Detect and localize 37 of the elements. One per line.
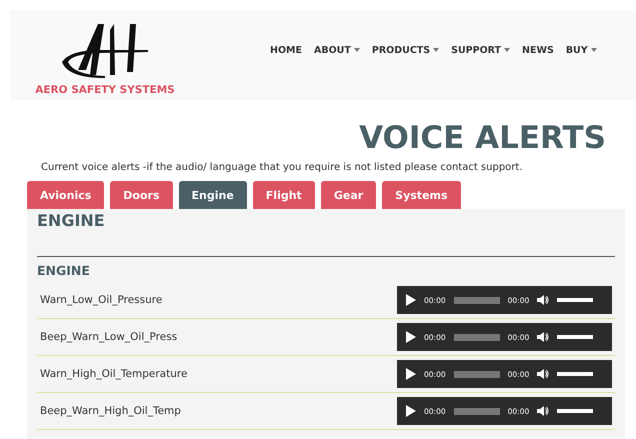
volume-slider[interactable] — [557, 298, 594, 302]
category-tab[interactable]: Engine — [178, 181, 247, 209]
category-tab[interactable]: Gear — [320, 181, 376, 209]
play-icon[interactable] — [406, 405, 416, 417]
nav-link[interactable]: BUY — [566, 44, 597, 56]
category-tab[interactable]: Flight — [252, 181, 315, 209]
play-icon[interactable] — [406, 331, 416, 343]
nav-link[interactable]: PRODUCTS — [372, 44, 440, 56]
speaker-icon[interactable] — [537, 368, 550, 380]
volume-slider[interactable] — [557, 335, 594, 339]
progress-bar[interactable] — [454, 370, 500, 378]
page-title: VOICE ALERTS — [358, 120, 607, 156]
category-tab[interactable]: Systems — [382, 181, 461, 209]
volume-slider[interactable] — [557, 409, 594, 413]
progress-bar[interactable] — [454, 334, 500, 340]
section-heading: ENGINE — [37, 263, 91, 278]
nav-link[interactable]: NEWS — [522, 44, 554, 56]
speaker-icon[interactable] — [537, 405, 550, 417]
volume-slider[interactable] — [557, 372, 594, 376]
progress-bar[interactable] — [454, 408, 500, 414]
speaker-icon[interactable] — [537, 294, 550, 306]
nav-link[interactable]: ABOUT — [314, 44, 360, 56]
play-icon[interactable] — [406, 294, 416, 306]
alert-name: Beep_Warn_Low_Oil_Press — [39, 331, 178, 343]
play-icon[interactable] — [406, 368, 416, 380]
nav-link[interactable]: SUPPORT — [451, 44, 510, 56]
alert-name: Warn_Low_Oil_Pressure — [39, 294, 162, 306]
alert-name: Beep_Warn_High_Oil_Temp — [39, 405, 181, 417]
speaker-icon[interactable] — [537, 331, 550, 343]
category-tab[interactable]: Doors — [110, 181, 173, 209]
panel-heading: ENGINE — [37, 211, 106, 230]
intro-text: Current voice alerts -if the audio/ language that you require is not listed please contact support. — [41, 162, 524, 173]
brand-name: AERO SAFETY SYSTEMS — [35, 84, 175, 96]
category-tab[interactable]: Avionics — [27, 181, 104, 209]
alert-name: Warn_High_Oil_Temperature — [39, 368, 188, 380]
progress-bar[interactable] — [454, 296, 500, 304]
nav-link[interactable]: HOME — [270, 44, 302, 56]
